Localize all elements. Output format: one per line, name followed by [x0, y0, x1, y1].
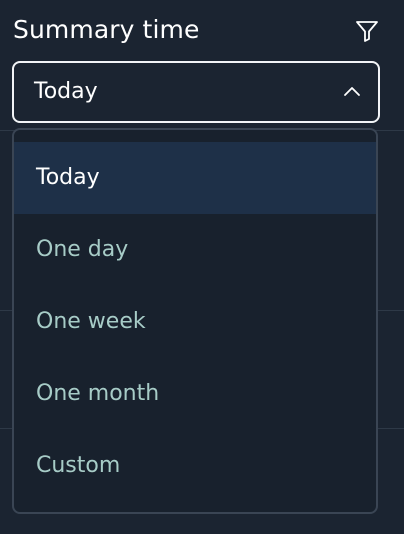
section-title: Summary time	[13, 15, 200, 44]
summary-time-panel: Summary time Today Today One day One wee…	[0, 0, 404, 534]
filter-icon-graphic	[356, 21, 378, 42]
option-custom[interactable]: Custom	[14, 430, 376, 502]
option-label: One day	[36, 237, 129, 262]
summary-time-dropdown: Today One day One week One month Custom	[12, 128, 378, 514]
summary-time-select[interactable]: Today	[12, 61, 380, 123]
option-one-month[interactable]: One month	[14, 358, 376, 430]
filter-icon[interactable]	[354, 18, 380, 44]
option-label: One month	[36, 381, 160, 406]
option-one-week[interactable]: One week	[14, 286, 376, 358]
select-value: Today	[34, 79, 98, 104]
option-one-day[interactable]: One day	[14, 214, 376, 286]
chevron-up-icon	[342, 83, 362, 99]
option-label: Today	[36, 165, 100, 190]
option-label: Custom	[36, 453, 121, 478]
option-today[interactable]: Today	[14, 142, 376, 214]
option-label: One week	[36, 309, 146, 334]
